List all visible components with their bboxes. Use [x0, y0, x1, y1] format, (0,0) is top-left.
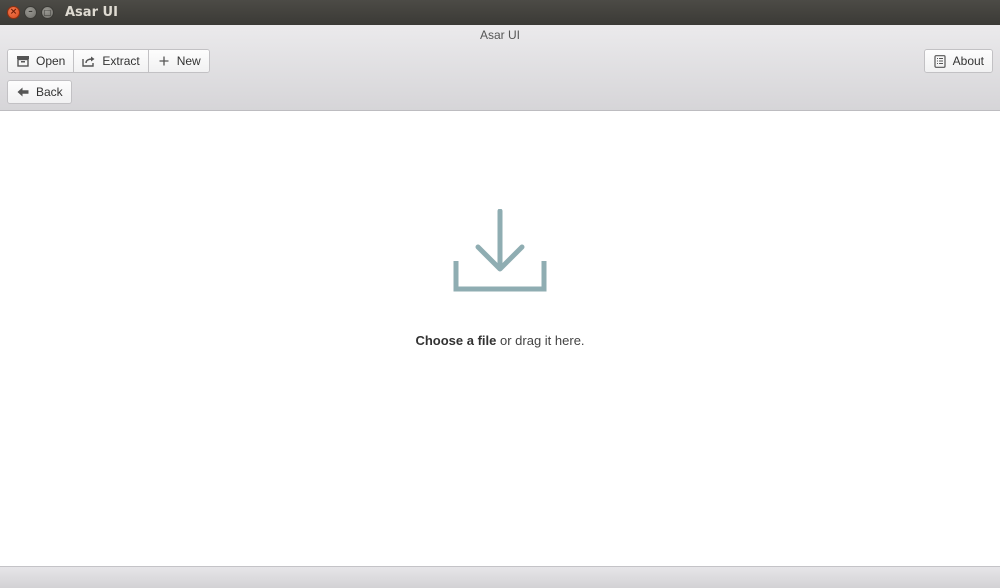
choose-file-link[interactable]: Choose a file [415, 333, 496, 348]
document-list-icon [933, 54, 947, 68]
archive-box-icon [16, 54, 30, 68]
back-toolbar: Back [7, 80, 72, 104]
extract-button[interactable]: Extract [73, 50, 148, 72]
dropzone-instructions: Choose a file or drag it here. [0, 333, 1000, 348]
back-label: Back [36, 85, 63, 99]
drag-hint-text: or drag it here. [496, 333, 585, 348]
about-button[interactable]: About [924, 50, 992, 72]
extract-label: Extract [102, 54, 140, 68]
window-minimize-button[interactable]: – [24, 6, 37, 19]
file-dropzone[interactable]: Choose a file or drag it here. [0, 111, 1000, 566]
plus-icon [157, 54, 171, 68]
new-label: New [176, 54, 201, 68]
window-titlebar: × – □ Asar UI [0, 0, 1000, 25]
about-toolbar: About [923, 49, 993, 73]
window-close-button[interactable]: × [7, 6, 20, 19]
maximize-icon: □ [43, 8, 52, 17]
window-maximize-button[interactable]: □ [41, 6, 54, 19]
app-title: Asar UI [479, 28, 520, 42]
share-export-icon [82, 54, 96, 68]
status-bar [0, 566, 1000, 588]
open-button[interactable]: Open [8, 50, 74, 72]
download-tray-icon [452, 208, 548, 297]
new-button[interactable]: New [147, 50, 209, 72]
open-label: Open [36, 54, 66, 68]
close-icon: × [9, 7, 18, 17]
window-title: Asar UI [65, 5, 118, 20]
minimize-icon: – [28, 7, 33, 17]
app-header: Asar UI Open Extract New About Back [0, 25, 1000, 111]
back-button[interactable]: Back [8, 81, 71, 103]
main-toolbar: Open Extract New [7, 49, 210, 73]
arrow-left-icon [16, 85, 30, 99]
about-label: About [952, 54, 984, 68]
